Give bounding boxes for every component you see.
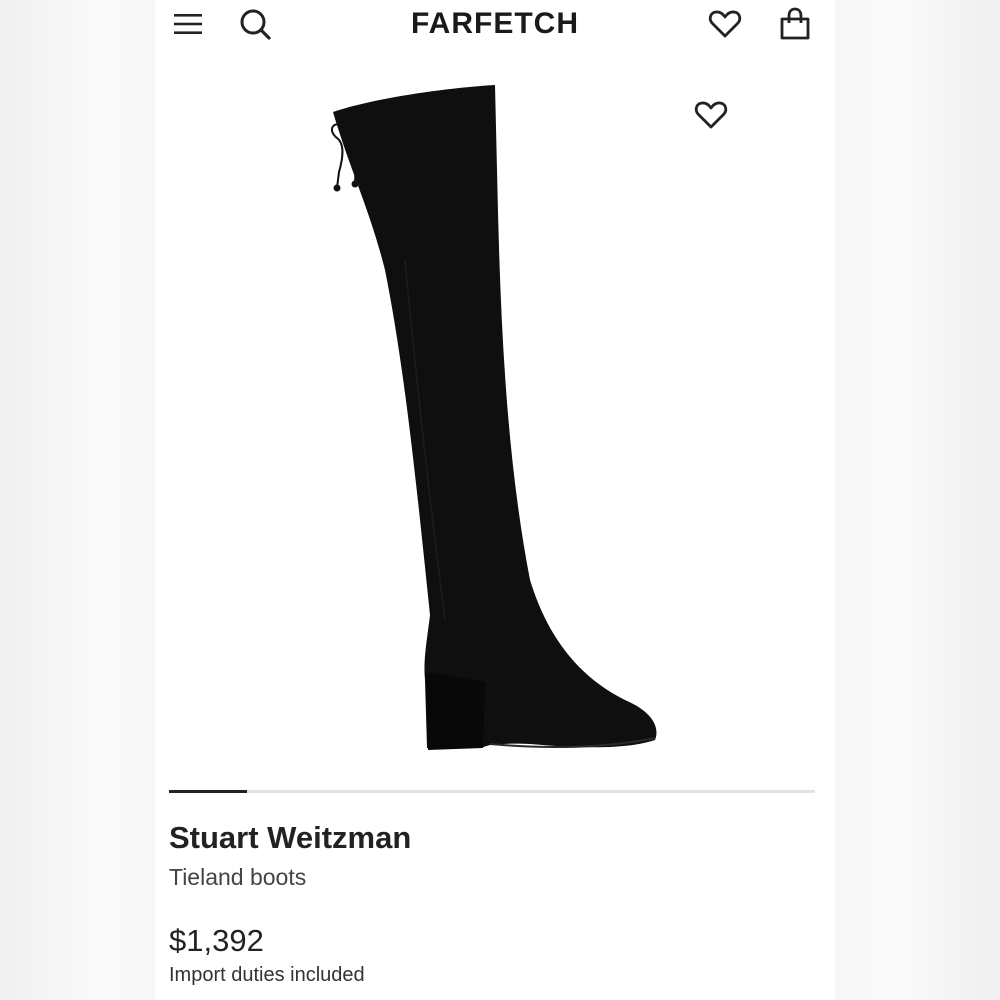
product-image[interactable] (155, 60, 835, 780)
product-brand[interactable]: Stuart Weitzman (169, 820, 411, 856)
heart-icon (708, 10, 742, 38)
import-duties-note: Import duties included (169, 964, 365, 986)
left-background (0, 0, 155, 1000)
heart-icon (694, 101, 728, 129)
add-to-wishlist-button[interactable] (691, 95, 731, 135)
product-price: $1,392 (169, 923, 264, 958)
app-screen: FARFETCH Stuart Weitzman Tieland boots $… (155, 0, 835, 1000)
product-name: Tieland boots (169, 864, 307, 890)
shopping-bag-button[interactable] (775, 4, 815, 44)
shopping-bag-icon (780, 7, 810, 40)
boot-image (330, 85, 657, 750)
wishlist-button[interactable] (705, 4, 745, 44)
gallery-progress-indicator (169, 790, 247, 793)
top-nav-bar: FARFETCH (155, 0, 835, 50)
right-background (835, 0, 1000, 1000)
image-gallery-progress (169, 790, 815, 793)
